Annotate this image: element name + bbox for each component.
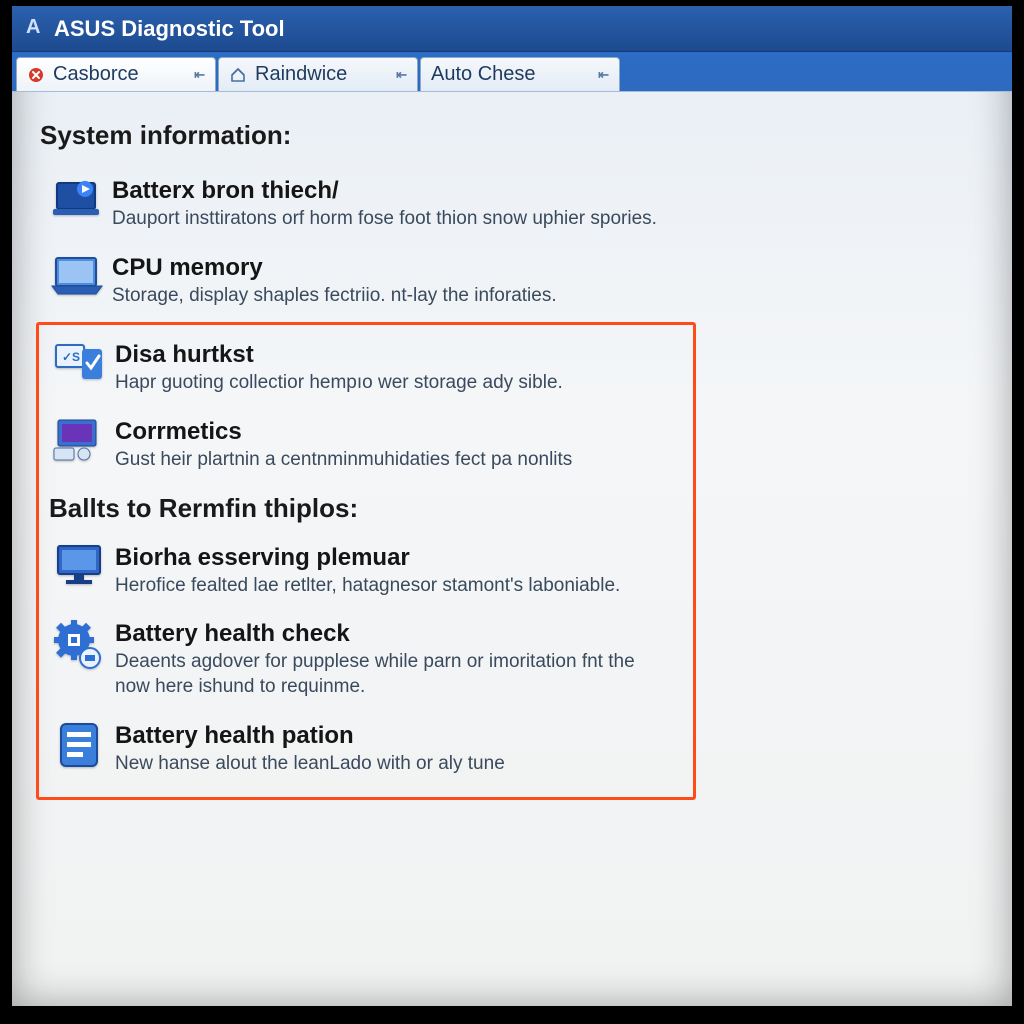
laptop-play-icon	[42, 175, 112, 223]
tab-pin-icon[interactable]: ⇤	[598, 67, 609, 83]
item-desc: Herofice fealted lae retlter, hatagnesor…	[115, 574, 655, 599]
item-title: Batterx bron thiech/	[112, 177, 986, 205]
app-window: ASUS Diagnostic Tool Casborce ⇤ Raindwic…	[12, 6, 1012, 1006]
list-item[interactable]: Battery health check Deaents agdover for…	[43, 612, 685, 713]
list-card-icon	[45, 720, 115, 770]
laptop-icon	[42, 252, 112, 300]
list-item[interactable]: Batterx bron thiech/ Dauport insttiraton…	[40, 169, 988, 246]
title-bar: ASUS Diagnostic Tool	[12, 6, 1012, 52]
list-item[interactable]: Battery health pation New hanse alout th…	[43, 714, 685, 791]
list-item[interactable]: Biorha esserving plemuar Herofice fealte…	[43, 536, 685, 613]
tab-pin-icon[interactable]: ⇤	[396, 67, 407, 83]
tab-label: Casborce	[53, 63, 139, 86]
brand-icon	[26, 20, 44, 38]
item-title: Corrmetics	[115, 418, 683, 446]
item-desc: Storage, display shaples fectriio. nt-la…	[112, 284, 712, 309]
section-heading-system-info: System information:	[40, 120, 988, 151]
window-title: ASUS Diagnostic Tool	[54, 16, 285, 42]
item-desc: Deaents agdover for pupplese while parn …	[115, 650, 655, 699]
item-title: Disa hurtkst	[115, 341, 683, 369]
tab-autochese[interactable]: Auto Chese ⇤	[420, 57, 620, 91]
monitor-icon	[45, 542, 115, 590]
tab-pin-icon[interactable]: ⇤	[194, 67, 205, 83]
section-heading-ballts: Ballts to Rermfin thiplos:	[49, 493, 685, 524]
item-title: Biorha esserving plemuar	[115, 544, 683, 572]
home-icon	[229, 66, 247, 84]
content-area: System information: Batterx bron thiech/…	[12, 92, 1012, 1006]
close-red-icon	[27, 66, 45, 84]
item-desc: Dauport insttiratons orf horm fose foot …	[112, 207, 712, 232]
tab-casborce[interactable]: Casborce ⇤	[16, 57, 216, 91]
item-desc: Hapr guoting collectior hempıo wer stora…	[115, 371, 655, 396]
list-item[interactable]: CPU memory Storage, display shaples fect…	[40, 246, 988, 323]
monitor-remote-icon	[45, 416, 115, 464]
item-title: CPU memory	[112, 254, 986, 282]
svg-text:✓S: ✓S	[62, 350, 80, 364]
tab-strip: Casborce ⇤ Raindwice ⇤ Auto Chese ⇤	[12, 52, 1012, 92]
gear-chip-icon	[45, 618, 115, 670]
tab-label: Raindwice	[255, 63, 347, 86]
item-title: Battery health check	[115, 620, 683, 648]
item-desc: Gust heir plartnin a centnminmuhidaties …	[115, 448, 655, 473]
item-title: Battery health pation	[115, 722, 683, 750]
tab-raindwice[interactable]: Raindwice ⇤	[218, 57, 418, 91]
list-item[interactable]: Corrmetics Gust heir plartnin a centnmin…	[43, 410, 685, 487]
list-item[interactable]: ✓S Disa hurtkst Hapr guoting collectior …	[43, 333, 685, 410]
item-desc: New hanse alout the leanLado with or aly…	[115, 752, 655, 777]
highlight-box: ✓S Disa hurtkst Hapr guoting collectior …	[36, 322, 696, 799]
check-device-icon: ✓S	[45, 339, 115, 385]
tab-label: Auto Chese	[431, 63, 536, 86]
